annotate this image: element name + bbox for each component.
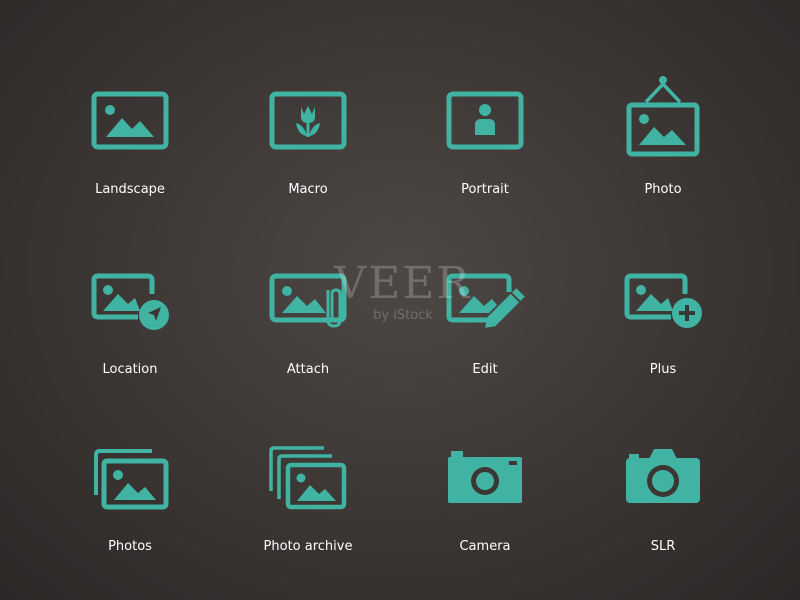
icon-tile-attach: Attach (228, 270, 388, 420)
slr-camera-icon (626, 449, 700, 503)
photo-archive-icon (269, 446, 347, 510)
portrait-icon (446, 91, 524, 150)
icon-tile-photo: Photo (583, 76, 743, 235)
icon-label: Plus (649, 362, 677, 377)
icon-tile-photos: Photos (50, 445, 210, 595)
landscape-icon (91, 91, 169, 150)
photos-stack-icon (94, 449, 169, 510)
icon-tile-portrait: Portrait (405, 85, 565, 235)
icon-tile-landscape: Landscape (50, 85, 210, 235)
icon-label: SLR (650, 539, 676, 554)
icon-tile-plus: Plus (583, 270, 743, 420)
icon-label: Portrait (461, 182, 509, 197)
photo-edit-icon (446, 273, 525, 328)
icon-label: Edit (472, 362, 498, 377)
icon-tile-macro: Macro (228, 85, 388, 235)
icon-label: Photo archive (263, 539, 353, 554)
photo-location-icon (91, 273, 169, 330)
icon-tile-slr: SLR (583, 445, 743, 595)
icon-label: Attach (286, 362, 330, 377)
photo-plus-icon (624, 273, 702, 328)
camera-icon (448, 451, 522, 503)
icon-tile-edit: Edit (405, 270, 565, 420)
icon-label: Photos (108, 539, 152, 554)
icon-tile-camera: Camera (405, 445, 565, 595)
icon-label: Macro (288, 182, 328, 197)
icon-tile-photo-archive: Photo archive (228, 445, 388, 595)
icon-label: Landscape (95, 182, 165, 197)
icon-label: Location (102, 362, 158, 377)
photo-attach-icon (269, 273, 347, 328)
icon-label: Photo (644, 182, 682, 197)
macro-icon (269, 91, 347, 150)
hanging-photo-icon (626, 76, 700, 157)
icon-tile-location: Location (50, 270, 210, 420)
icon-label: Camera (459, 539, 511, 554)
